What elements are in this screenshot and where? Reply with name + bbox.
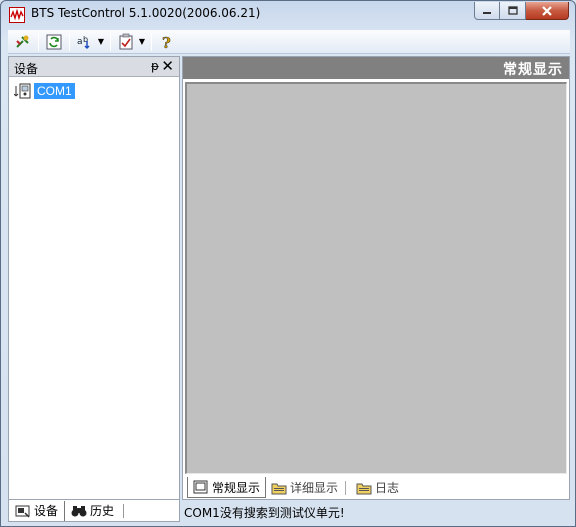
binoculars-icon — [71, 505, 87, 516]
display-panel-header: 常规显示 — [183, 57, 569, 79]
toolbar-separator — [110, 32, 111, 51]
tab-general-display-label: 常规显示 — [212, 480, 261, 495]
tab-log-label: 日志 — [375, 481, 400, 495]
checklist-dropdown[interactable]: ▼ — [137, 32, 147, 52]
maximize-icon — [507, 6, 518, 15]
display-panel: 常规显示 常规显示 详细显示 日志 — [182, 56, 570, 500]
app-waveform-icon[interactable] — [9, 7, 25, 23]
display-panel-title: 常规显示 — [503, 62, 563, 78]
device-panel-header: 设备 ᵽ ✕ — [9, 57, 179, 77]
folder-icon — [271, 483, 287, 494]
connect-icon — [16, 35, 29, 48]
main-window: BTS TestControl 5.1.0020(2006.06.21) ab … — [0, 0, 576, 527]
folder-icon — [356, 483, 372, 494]
help-button[interactable]: ? — [156, 32, 178, 52]
tab-log[interactable]: 日志 — [351, 477, 404, 498]
toolbar-separator — [151, 32, 152, 51]
display-tabs: 常规显示 详细显示 日志 — [187, 477, 404, 499]
toolbar-separator — [38, 32, 39, 51]
connect-button[interactable] — [12, 32, 34, 52]
close-icon — [542, 5, 552, 16]
refresh-icon — [46, 34, 62, 49]
svg-text:a: a — [77, 37, 83, 47]
tree-item-com1[interactable]: COM1 — [14, 83, 75, 99]
window-controls — [474, 2, 569, 20]
display-area — [185, 82, 567, 474]
status-text: COM1没有搜索到测试仪单元! — [184, 505, 345, 520]
tab-device[interactable]: 设备 — [9, 500, 66, 521]
tab-separator — [123, 503, 125, 518]
minimize-button[interactable] — [474, 2, 500, 20]
display-icon — [193, 480, 208, 494]
find-dropdown[interactable]: ▼ — [96, 32, 106, 52]
minimize-icon — [483, 11, 491, 14]
device-panel-title: 设备 — [14, 62, 39, 76]
tree-item-label: COM1 — [34, 83, 75, 99]
svg-text:?: ? — [162, 34, 171, 51]
panel-close-icon[interactable]: ✕ — [161, 57, 174, 75]
pin-icon[interactable]: ᵽ — [151, 59, 159, 73]
tab-general-display[interactable]: 常规显示 — [187, 477, 267, 498]
toolbar-separator — [69, 32, 70, 51]
toolbar: ab ▼ ▼ ? — [8, 30, 570, 54]
tab-history[interactable]: 历史 — [65, 501, 130, 521]
window-title: BTS TestControl 5.1.0020(2006.06.21) — [31, 6, 261, 20]
device-icon — [14, 83, 31, 99]
tab-separator — [345, 480, 347, 495]
find-icon: ab — [77, 35, 90, 49]
device-tab-icon — [15, 505, 30, 518]
maximize-button[interactable] — [500, 2, 526, 20]
checklist-icon — [119, 33, 133, 49]
tab-history-label: 历史 — [90, 504, 115, 518]
status-bar: COM1没有搜索到测试仪单元! — [182, 502, 570, 522]
tab-device-label: 设备 — [34, 504, 59, 518]
tab-detail-display-label: 详细显示 — [290, 481, 339, 495]
close-window-button[interactable] — [526, 2, 569, 20]
refresh-button[interactable] — [43, 32, 65, 52]
title-bar: BTS TestControl 5.1.0020(2006.06.21) — [1, 1, 575, 28]
tab-detail-display[interactable]: 详细显示 — [266, 477, 351, 498]
device-panel: 设备 ᵽ ✕ COM1 — [8, 56, 180, 500]
find-button[interactable]: ab — [74, 32, 96, 52]
left-panel-tabs: 设备 历史 — [8, 500, 180, 522]
help-icon: ? — [162, 33, 172, 51]
checklist-button[interactable] — [115, 32, 137, 52]
